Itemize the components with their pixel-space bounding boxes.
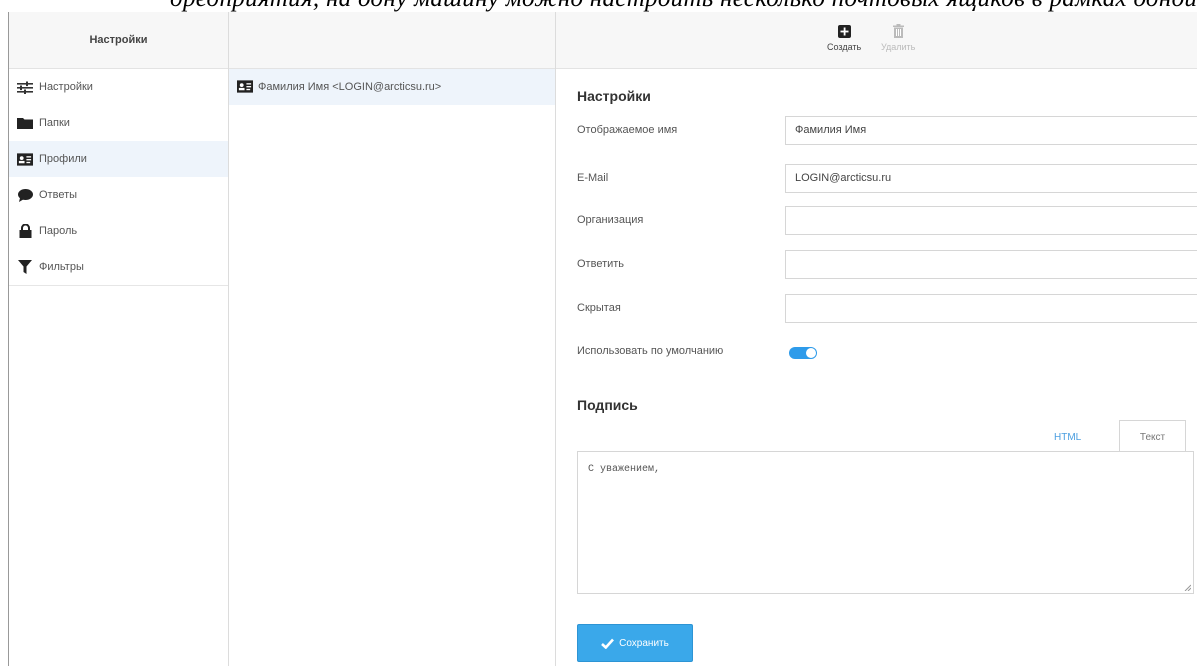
email-input[interactable]: LOGIN@arcticsu.ru [785,164,1197,193]
default-toggle[interactable] [789,347,817,359]
default-toggle-label: Использовать по умолчанию [577,345,724,357]
sidebar-item-password[interactable]: Пароль [9,213,228,249]
signature-textarea[interactable]: С уважением, [577,451,1194,594]
sidebar-item-filters[interactable]: Фильтры [9,249,228,285]
tab-text[interactable]: Текст [1119,420,1186,453]
email-label: E-Mail [577,172,609,184]
default-toggle-row: Использовать по умолчанию [577,345,1197,376]
signature-text: С уважением, [588,464,661,475]
organization-input[interactable] [785,206,1197,235]
sidebar-nav: Настройки Папки Профили Ответы Пароль Фи… [9,69,228,286]
bcc-row: Скрытая [577,294,1197,325]
reply-to-label: Ответить [577,258,625,270]
display-name-label: Отображаемое имя [577,124,678,136]
resize-grip-icon[interactable] [1183,583,1191,591]
create-button[interactable]: Создать [827,20,861,52]
organization-row: Организация [577,206,1197,237]
profile-list-header [229,12,555,69]
sidebar-item-folders[interactable]: Папки [9,105,228,141]
settings-app: Настройки Настройки Папки Профили Ответы… [8,12,1197,666]
plus-square-icon [837,20,851,38]
sliders-icon [17,80,33,94]
profile-list-panel: Фамилия Имя <LOGIN@arcticsu.ru> [229,12,556,666]
checkmark-icon [601,638,615,649]
create-label: Создать [827,42,862,52]
settings-section-title: Настройки [577,88,651,104]
list-item[interactable]: Фамилия Имя <LOGIN@arcticsu.ru> [229,69,555,105]
sidebar-header: Настройки [9,12,228,69]
sidebar-item-label: Пароль [39,225,78,237]
sidebar-item-label: Профили [39,153,87,165]
save-button[interactable]: Сохранить [577,624,693,662]
save-label: Сохранить [619,637,669,649]
display-name-input[interactable]: Фамилия Имя [785,116,1197,145]
sidebar-item-label: Ответы [39,189,78,201]
reply-to-input[interactable] [785,250,1197,279]
delete-button[interactable]: Удалить [881,20,915,52]
display-name-row: Отображаемое имя Фамилия Имя [577,116,1197,147]
id-card-icon [17,152,33,166]
sidebar-item-profiles[interactable]: Профили [9,141,228,177]
email-row: E-Mail LOGIN@arcticsu.ru [577,164,1197,195]
sidebar-item-label: Фильтры [39,261,84,273]
filter-icon [17,260,33,274]
tab-html[interactable]: HTML [1054,432,1081,443]
signature-tabs: HTML Текст [556,420,1188,453]
speech-bubble-icon [17,188,33,202]
profile-editor: Создать Удалить Настройки Отображаемое и… [556,12,1197,666]
lock-icon [17,224,33,238]
id-card-icon [237,80,253,94]
sidebar-item-settings[interactable]: Настройки [9,69,228,105]
organization-label: Организация [577,214,644,226]
delete-label: Удалить [881,42,916,52]
document-caption: дредприятия, на одну машину можно настро… [0,0,1197,12]
bcc-label: Скрытая [577,302,621,314]
folder-icon [17,116,33,130]
toolbar: Создать Удалить [556,12,1197,69]
trash-icon [892,20,904,38]
signature-section-title: Подпись [577,397,638,413]
reply-to-row: Ответить [577,250,1197,281]
sidebar-item-label: Папки [39,117,70,129]
sidebar-item-replies[interactable]: Ответы [9,177,228,213]
sidebar-item-label: Настройки [39,81,93,93]
bcc-input[interactable] [785,294,1197,323]
toggle-knob [806,348,816,358]
profile-item-label: Фамилия Имя <LOGIN@arcticsu.ru> [258,81,442,93]
settings-sidebar: Настройки Настройки Папки Профили Ответы… [9,12,229,666]
